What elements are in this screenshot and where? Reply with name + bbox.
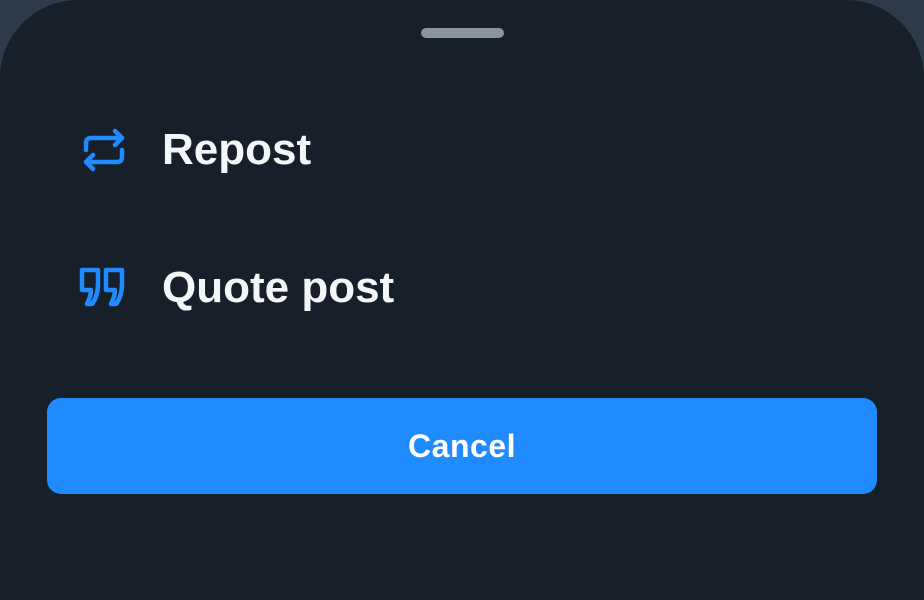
repost-icon: [78, 124, 130, 176]
quote-post-label: Quote post: [162, 263, 395, 312]
repost-label: Repost: [162, 125, 312, 174]
repost-option[interactable]: Repost: [0, 100, 924, 200]
quote-post-option[interactable]: Quote post: [0, 238, 924, 338]
repost-bottom-sheet: Repost Quote post Cancel: [0, 0, 924, 600]
cancel-button[interactable]: Cancel: [47, 398, 877, 494]
drag-handle[interactable]: [421, 28, 504, 38]
quote-icon: [78, 262, 130, 314]
